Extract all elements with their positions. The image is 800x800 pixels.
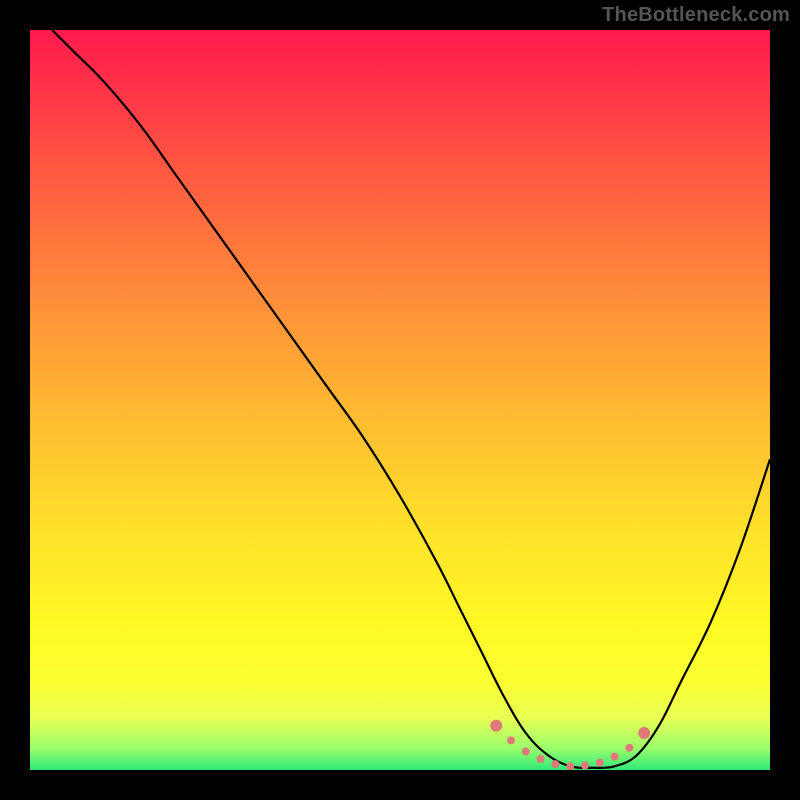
trough-marker	[522, 748, 530, 756]
chart-frame: TheBottleneck.com	[0, 0, 800, 800]
trough-marker	[551, 760, 559, 768]
trough-marker	[507, 736, 515, 744]
watermark-text: TheBottleneck.com	[602, 4, 790, 27]
trough-marker	[566, 762, 574, 770]
bottleneck-curve	[52, 30, 770, 768]
trough-marker	[490, 720, 502, 732]
trough-marker	[611, 753, 619, 761]
curve-svg	[30, 30, 770, 770]
trough-marker	[581, 762, 589, 770]
trough-marker	[638, 727, 650, 739]
trough-marker	[625, 744, 633, 752]
trough-marker	[537, 755, 545, 763]
plot-area	[30, 30, 770, 770]
trough-marker	[596, 759, 604, 767]
